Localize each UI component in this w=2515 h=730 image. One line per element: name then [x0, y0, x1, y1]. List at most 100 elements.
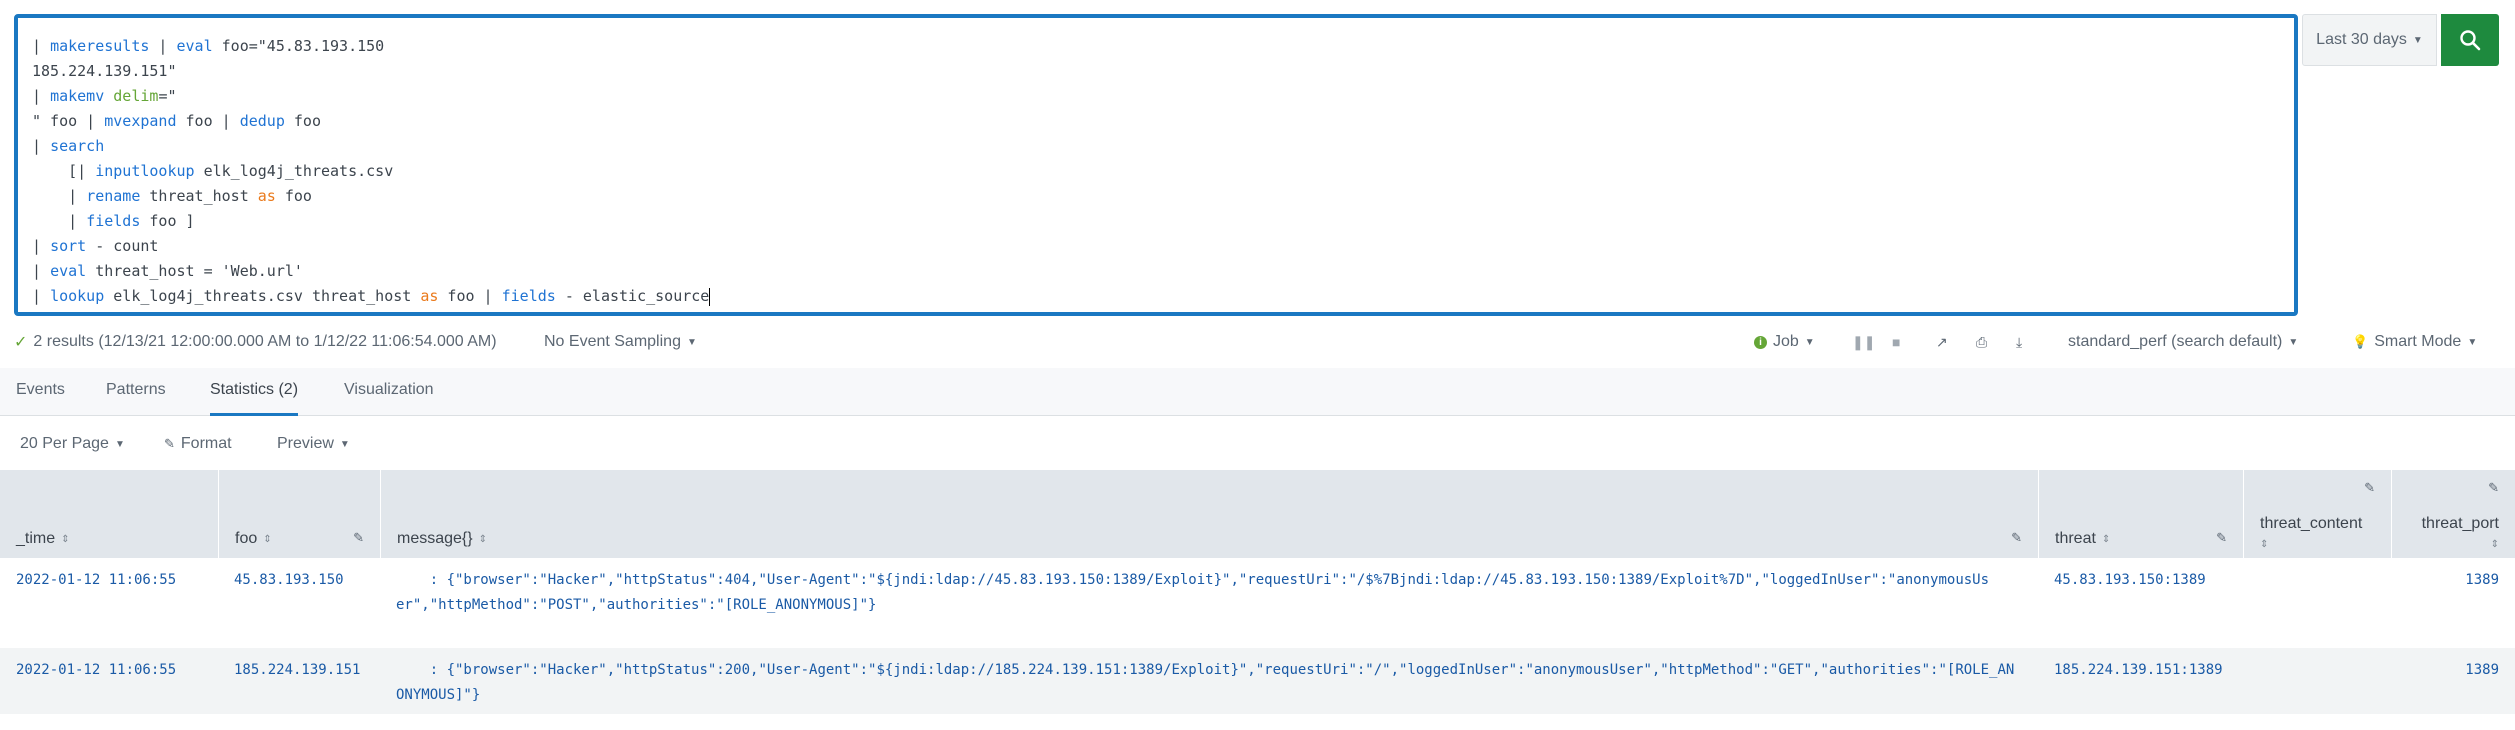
- time-range-picker[interactable]: Last 30 days ▼: [2302, 14, 2437, 66]
- table-options-bar: 20 Per Page ▼ ✎ Format Preview ▼: [0, 420, 2515, 468]
- job-menu[interactable]: i Job ▼: [1754, 322, 1815, 362]
- tab-events[interactable]: Events: [16, 368, 65, 416]
- cell-time[interactable]: 2022-01-12 11:06:55: [16, 568, 176, 593]
- format-button[interactable]: ✎ Format: [164, 420, 232, 468]
- sort-icon[interactable]: ⇕: [479, 534, 487, 545]
- column-label: foo: [235, 530, 258, 547]
- query-line: | lookup elk_log4j_threats.csv threat_ho…: [32, 284, 2280, 309]
- app-context-dropdown[interactable]: standard_perf (search default) ▼: [2068, 322, 2298, 362]
- sort-icon[interactable]: ⇕: [61, 534, 69, 545]
- column-label: threat_content: [2260, 515, 2363, 532]
- query-text: =": [158, 87, 177, 105]
- pencil-icon[interactable]: ✎: [2216, 530, 2227, 546]
- query-keyword: fields: [86, 212, 141, 230]
- query-keyword: makemv: [50, 87, 105, 105]
- sort-icon[interactable]: ⇕: [2491, 539, 2499, 550]
- stop-icon[interactable]: ■: [1892, 322, 1900, 362]
- query-text: |: [32, 87, 51, 105]
- query-line: | search: [32, 134, 2280, 159]
- query-keyword: eval: [50, 262, 87, 280]
- sort-icon[interactable]: ⇕: [263, 534, 271, 545]
- query-line: | sort - count: [32, 234, 2280, 259]
- pencil-icon[interactable]: ✎: [2488, 480, 2499, 496]
- pencil-icon[interactable]: ✎: [2011, 530, 2022, 546]
- column-header-threat[interactable]: threat ⇕ ✎: [2039, 470, 2244, 558]
- pencil-icon[interactable]: ✎: [2364, 480, 2375, 496]
- query-keyword: as: [420, 287, 439, 305]
- preview-dropdown[interactable]: Preview ▼: [277, 420, 350, 468]
- cell-threat[interactable]: 185.224.139.151:1389: [2054, 658, 2223, 683]
- search-mode-dropdown[interactable]: 💡 Smart Mode ▼: [2352, 322, 2477, 362]
- chevron-down-icon: ▼: [339, 438, 350, 450]
- query-text: foo ]: [140, 212, 195, 230]
- results-tabs: Events Patterns Statistics (2) Visualiza…: [0, 368, 2515, 416]
- column-label: message{}: [397, 530, 473, 547]
- query-text: " foo |: [32, 112, 105, 130]
- query-keyword: inputlookup: [95, 162, 195, 180]
- preview-label: Preview: [277, 435, 334, 452]
- job-label: Job: [1773, 333, 1799, 350]
- column-header-message[interactable]: message{} ⇕ ✎: [381, 470, 2039, 558]
- cell-message[interactable]: : {"browser":"Hacker","httpStatus":404,"…: [396, 568, 1996, 618]
- column-header-threat-port[interactable]: ✎ threat_port ⇕: [2392, 470, 2515, 558]
- cell-foo[interactable]: 185.224.139.151: [234, 658, 360, 683]
- query-text: |: [32, 187, 87, 205]
- print-icon[interactable]: ⎙: [1976, 322, 1987, 362]
- query-line: [| inputlookup elk_log4j_threats.csv: [32, 159, 2280, 184]
- event-sampling-dropdown[interactable]: No Event Sampling ▼: [544, 322, 697, 362]
- cell-threat-port[interactable]: 1389: [2465, 568, 2499, 593]
- event-sampling-label: No Event Sampling: [544, 333, 681, 350]
- query-line: | makeresults | eval foo="45.83.193.150: [32, 34, 2280, 59]
- query-text: 185.224.139.151": [32, 62, 177, 80]
- tab-patterns[interactable]: Patterns: [106, 368, 166, 416]
- query-keyword: makeresults: [50, 37, 150, 55]
- sort-icon[interactable]: ⇕: [2102, 534, 2110, 545]
- query-text: |: [32, 262, 51, 280]
- results-count-text: 2 results (12/13/21 12:00:00.000 AM to 1…: [33, 333, 497, 350]
- query-line: | fields foo ]: [32, 209, 2280, 234]
- cell-foo[interactable]: 45.83.193.150: [234, 568, 344, 593]
- sort-icon[interactable]: ⇕: [2260, 539, 2268, 550]
- tab-statistics[interactable]: Statistics (2): [210, 368, 299, 416]
- checkmark-icon: ✓: [14, 334, 28, 351]
- query-line: | eval threat_host = 'Web.url': [32, 259, 2280, 284]
- search-button[interactable]: [2441, 14, 2499, 66]
- chevron-down-icon: ▼: [2412, 34, 2423, 46]
- query-keyword: dedup: [239, 112, 285, 130]
- pencil-icon[interactable]: ✎: [353, 530, 364, 546]
- query-text: |: [32, 237, 51, 255]
- query-text: foo="45.83.193.150: [212, 37, 385, 55]
- tab-visualization[interactable]: Visualization: [344, 368, 434, 416]
- query-text: |: [32, 287, 51, 305]
- pause-icon[interactable]: ❚❚: [1852, 322, 1875, 362]
- column-label: _time: [16, 530, 56, 547]
- cell-threat-port[interactable]: 1389: [2465, 658, 2499, 683]
- search-query-editor[interactable]: | makeresults | eval foo="45.83.193.150 1…: [14, 14, 2298, 316]
- query-text: foo: [284, 112, 321, 130]
- table-row: 2022-01-12 11:06:55 185.224.139.151 : {"…: [0, 648, 2515, 714]
- column-header-time[interactable]: _time ⇕: [0, 470, 219, 558]
- per-page-dropdown[interactable]: 20 Per Page ▼: [20, 420, 125, 468]
- query-line: 185.224.139.151": [32, 59, 2280, 84]
- search-icon: [2460, 30, 2481, 51]
- query-text: elk_log4j_threats.csv: [194, 162, 394, 180]
- column-header-foo[interactable]: foo ⇕ ✎: [219, 470, 381, 558]
- export-icon[interactable]: ⤓: [2016, 322, 2022, 362]
- chevron-down-icon: ▼: [1804, 336, 1815, 348]
- cell-time[interactable]: 2022-01-12 11:06:55: [16, 658, 176, 683]
- column-header-threat-content[interactable]: ✎ threat_content ⇕: [2244, 470, 2392, 558]
- share-icon[interactable]: ↗: [1936, 322, 1948, 362]
- query-text: threat_host: [140, 187, 258, 205]
- query-text: foo |: [176, 112, 240, 130]
- column-label: threat: [2055, 530, 2096, 547]
- query-text: [|: [32, 162, 96, 180]
- query-keyword: mvexpand: [104, 112, 177, 130]
- cell-message[interactable]: : {"browser":"Hacker","httpStatus":200,"…: [396, 658, 2016, 708]
- chevron-down-icon: ▼: [114, 438, 125, 450]
- format-label: Format: [180, 435, 232, 452]
- cell-threat[interactable]: 45.83.193.150:1389: [2054, 568, 2206, 593]
- search-status-bar: ✓ 2 results (12/13/21 12:00:00.000 AM to…: [0, 322, 2515, 362]
- query-text: elk_log4j_threats.csv threat_host: [104, 287, 421, 305]
- query-text: |: [32, 137, 51, 155]
- search-mode-label: Smart Mode: [2374, 333, 2462, 350]
